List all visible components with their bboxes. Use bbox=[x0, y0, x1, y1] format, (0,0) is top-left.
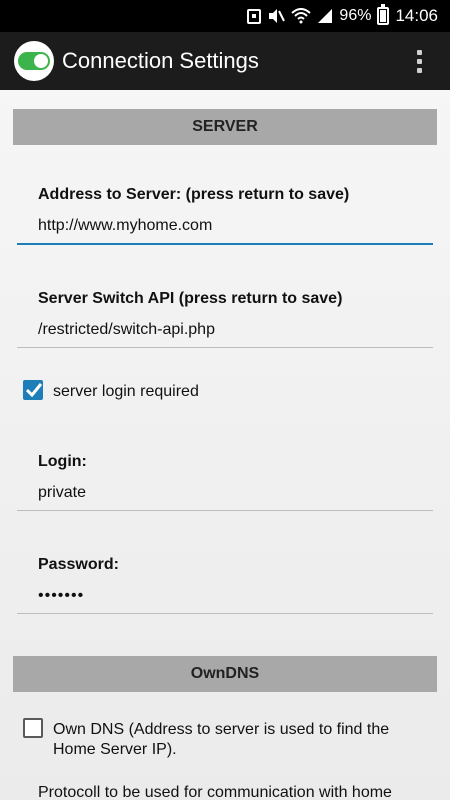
api-input[interactable] bbox=[17, 312, 433, 348]
own-dns-label-line1: Own DNS (Address to server is used to fi… bbox=[53, 721, 390, 738]
wifi-icon bbox=[291, 8, 312, 24]
mute-icon bbox=[267, 8, 286, 24]
signal-icon bbox=[317, 8, 333, 24]
address-input[interactable] bbox=[17, 209, 433, 245]
server-login-label: server login required bbox=[53, 383, 199, 400]
protocol-text: Protocoll to be used for communication w… bbox=[38, 784, 392, 800]
page-title: Connection Settings bbox=[62, 48, 259, 73]
password-input[interactable] bbox=[17, 578, 433, 614]
clock: 14:06 bbox=[395, 6, 438, 25]
own-dns-label-line2: Home Server IP). bbox=[53, 741, 177, 758]
overflow-menu-icon[interactable] bbox=[404, 41, 434, 81]
address-label: Address to Server: (press return to save… bbox=[38, 186, 350, 203]
own-dns-checkbox[interactable] bbox=[23, 718, 43, 738]
api-label: Server Switch API (press return to save) bbox=[38, 290, 343, 307]
login-input[interactable] bbox=[17, 475, 433, 511]
password-label: Password: bbox=[38, 556, 119, 573]
app-bar: Connection Settings bbox=[0, 32, 450, 90]
checkmark-icon bbox=[26, 383, 42, 397]
toggle-switch-icon bbox=[14, 41, 54, 81]
login-label: Login: bbox=[38, 453, 87, 470]
status-bar: 96% 14:06 bbox=[0, 0, 450, 32]
battery-percent: 96% bbox=[339, 7, 372, 24]
server-login-checkbox[interactable] bbox=[23, 380, 43, 400]
battery-saver-icon bbox=[247, 8, 262, 24]
section-header-owndns: OwnDNS bbox=[13, 656, 437, 692]
battery-icon bbox=[377, 4, 390, 25]
section-header-server: SERVER bbox=[13, 109, 437, 145]
